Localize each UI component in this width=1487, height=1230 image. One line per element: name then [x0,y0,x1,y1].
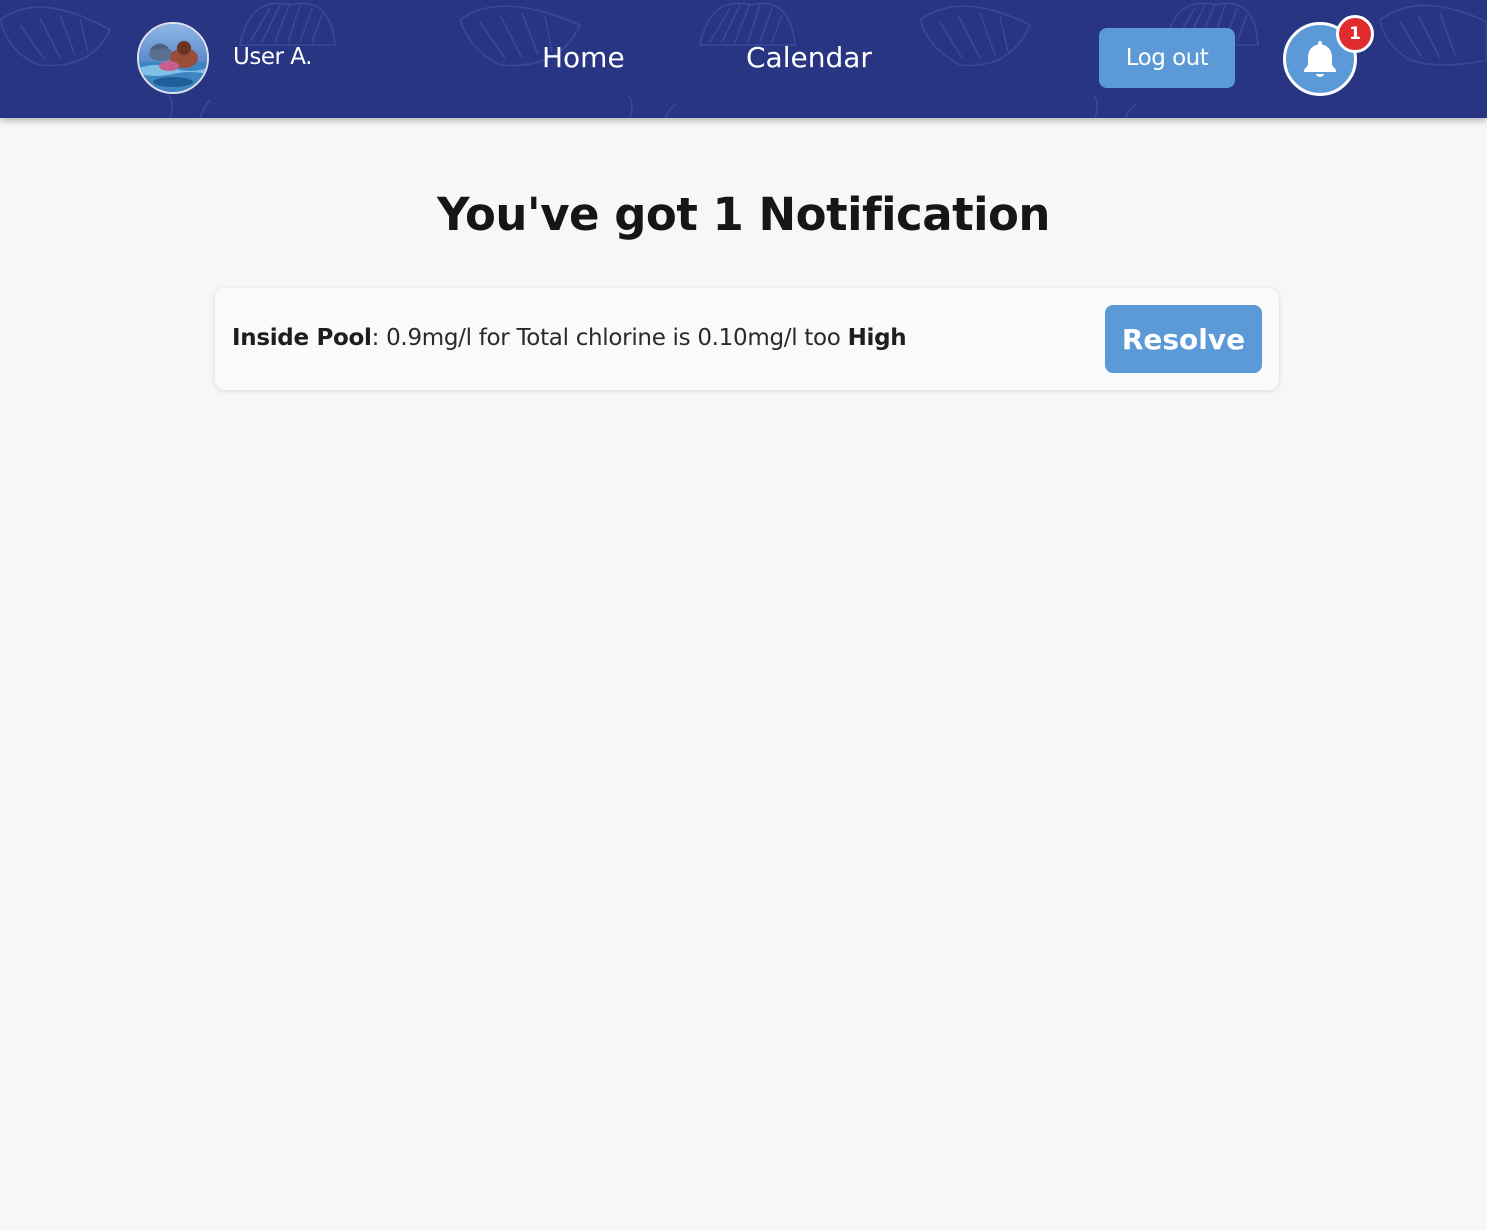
title-suffix: Notification [758,188,1051,241]
seashell-pattern-background [0,2,1487,118]
bell-icon [1304,41,1336,77]
user-avatar[interactable] [137,22,209,94]
resolve-button[interactable]: Resolve [1105,305,1262,373]
notification-location: Inside Pool [232,325,372,351]
notification-count-badge: 1 [1336,15,1374,53]
logout-button[interactable]: Log out [1099,28,1235,88]
title-count: 1 [712,188,744,241]
user-name: User A. [233,44,312,70]
avatar-image [139,24,207,92]
notification-message: Inside Pool: 0.9mg/l for Total chlorine … [232,322,907,354]
title-prefix: You've got [437,188,698,241]
notification-card: Inside Pool: 0.9mg/l for Total chlorine … [215,288,1279,390]
notification-level: High [847,325,907,351]
notification-separator: : [371,325,380,351]
notification-detail: 0.9mg/l for Total chlorine is 0.10mg/l t… [386,325,841,351]
nav-link-home[interactable]: Home [542,41,625,75]
top-navbar: User A. Home Calendar Log out 1 [0,0,1487,118]
page-title: You've got 1 Notification [0,186,1487,244]
nav-link-calendar[interactable]: Calendar [746,41,872,75]
